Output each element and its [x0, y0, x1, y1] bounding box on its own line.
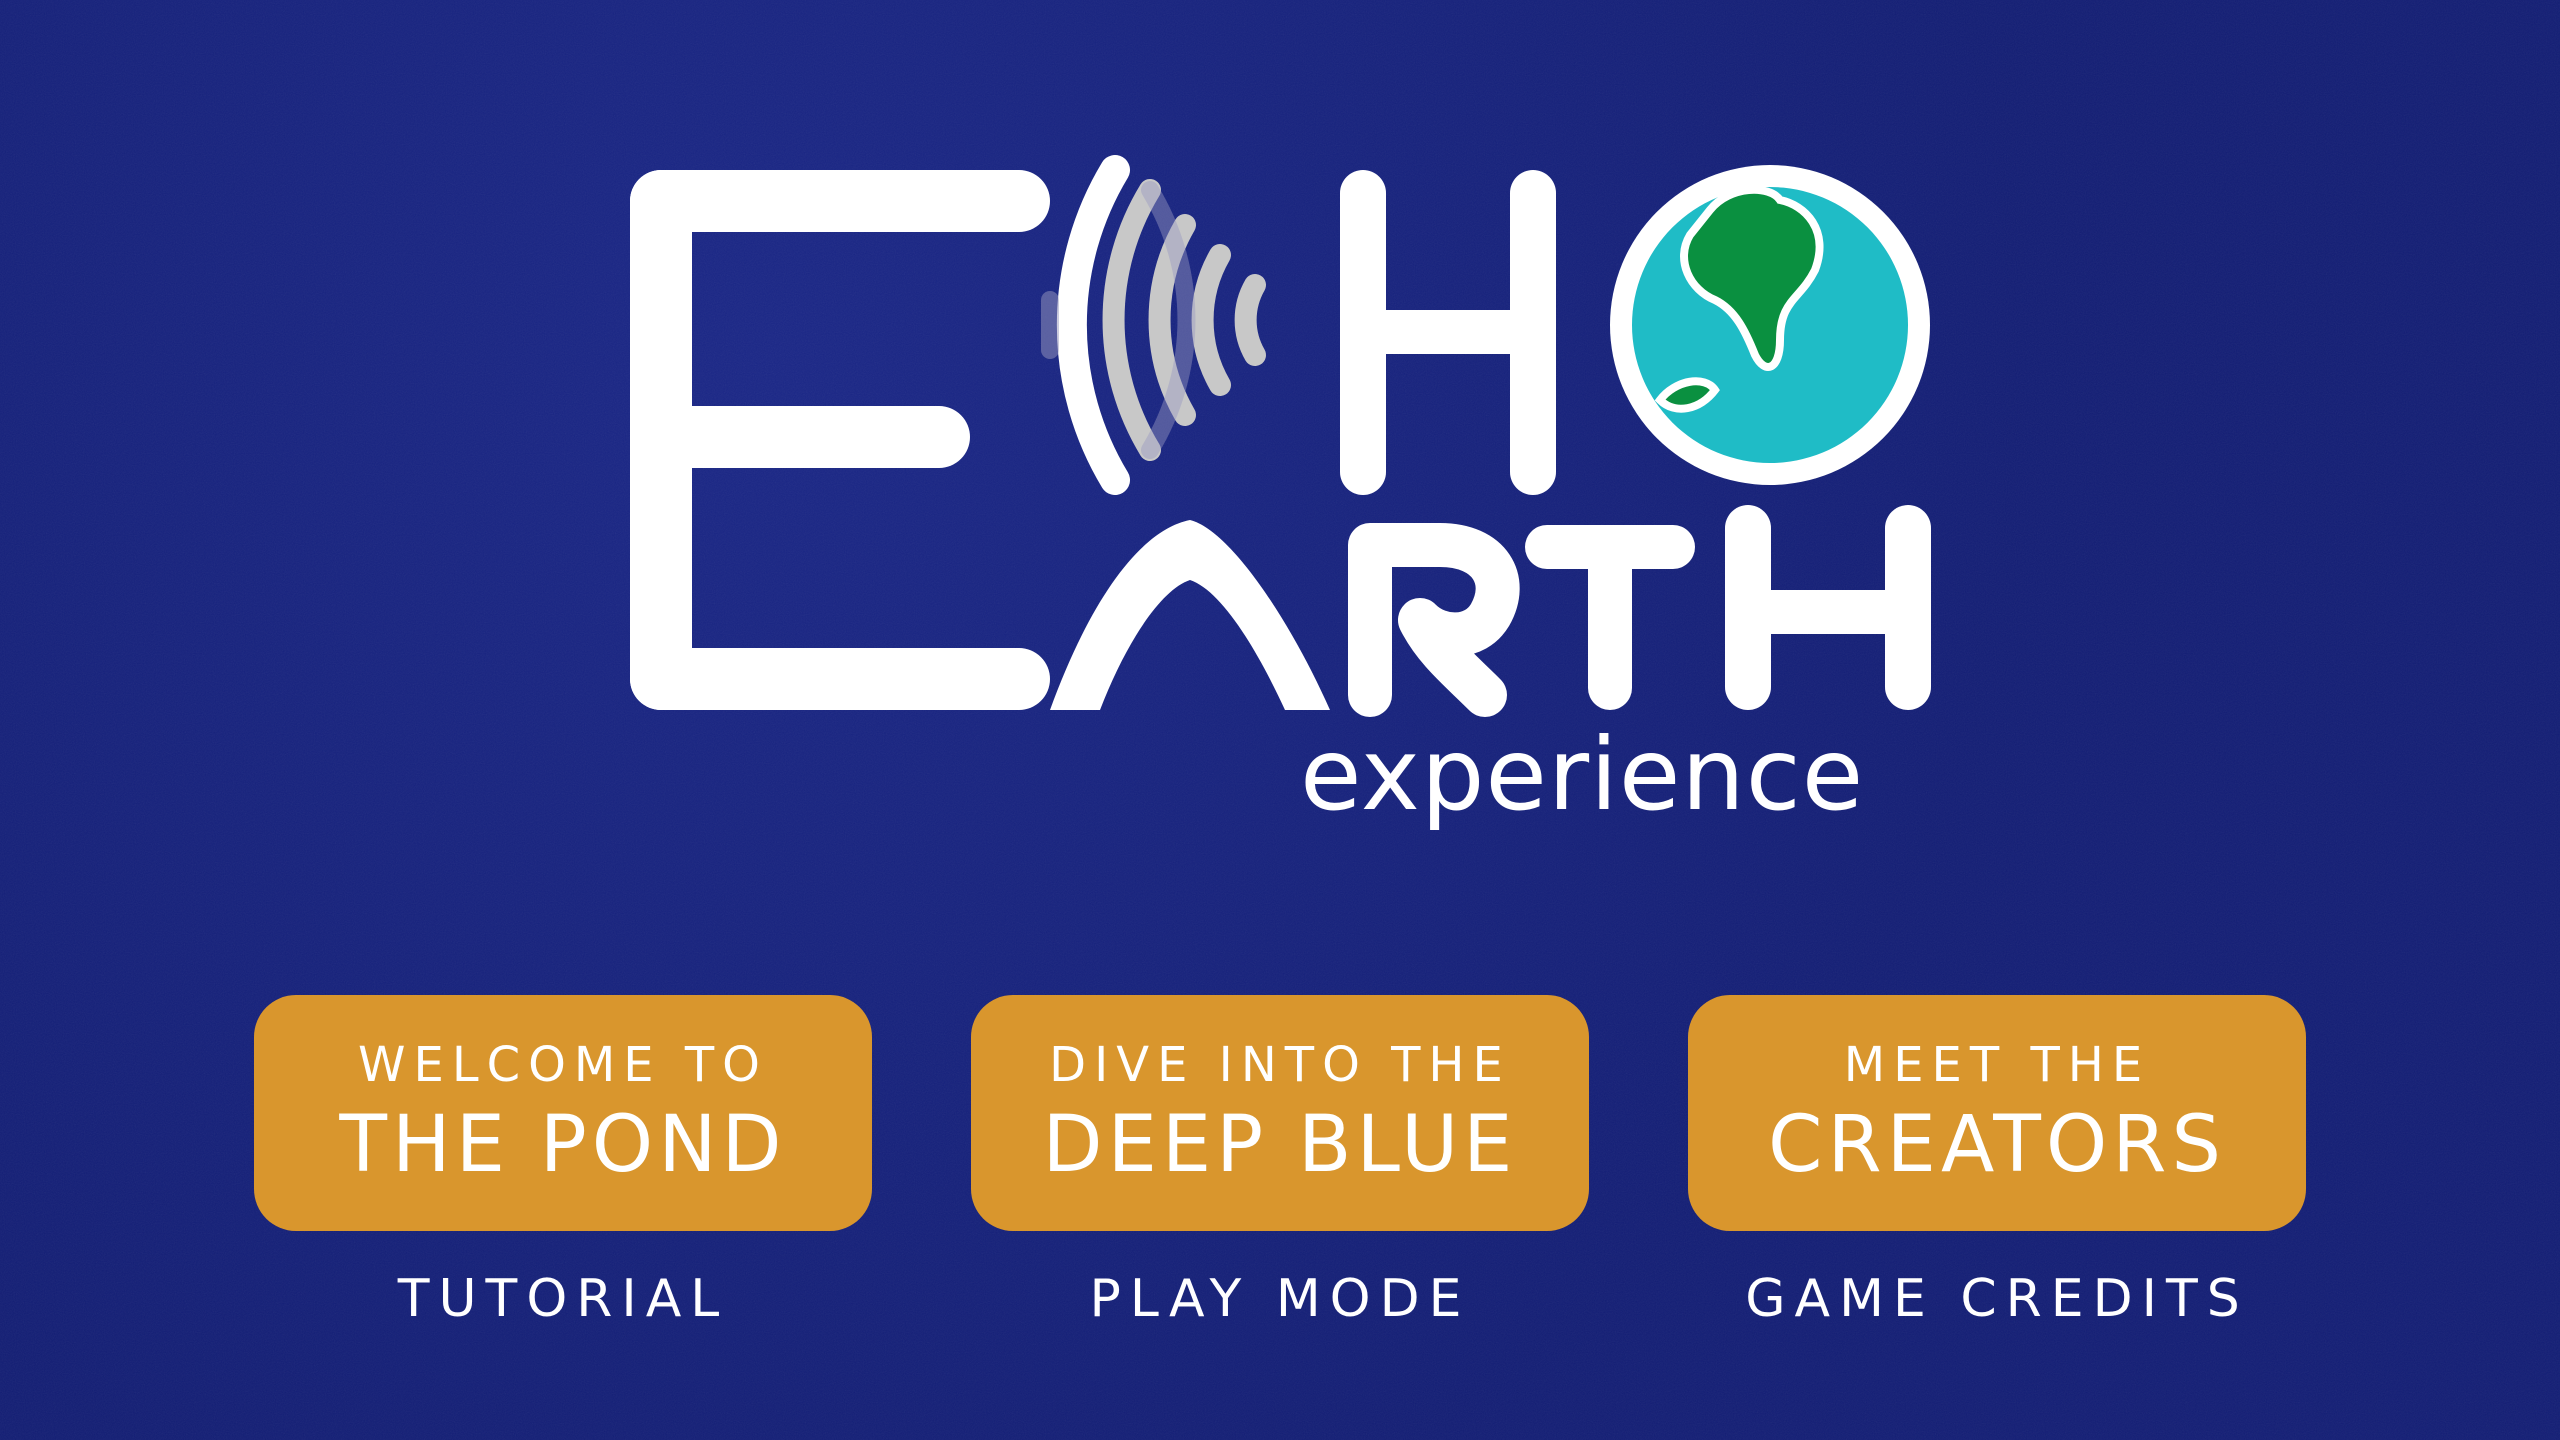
- logo-letter-a: [1050, 520, 1330, 710]
- sound-wave-icon: [1041, 155, 1266, 495]
- menu-item-tutorial: WELCOME TO THE POND TUTORIAL: [254, 995, 872, 1331]
- button-line1: DIVE INTO THE: [1049, 1037, 1511, 1093]
- main-menu: WELCOME TO THE POND TUTORIAL DIVE INTO T…: [0, 995, 2560, 1355]
- caption-game-credits: GAME CREDITS: [1745, 1269, 2249, 1329]
- button-line2: DEEP BLUE: [1042, 1100, 1518, 1190]
- logo-graphic: [630, 155, 1931, 717]
- menu-item-credits: MEET THE CREATORS GAME CREDITS: [1688, 995, 2306, 1331]
- button-line1: MEET THE: [1843, 1037, 2151, 1093]
- logo-letter-r: [1348, 523, 1520, 717]
- meet-the-creators-button[interactable]: MEET THE CREATORS: [1688, 995, 2306, 1231]
- logo-letter-h: [1340, 170, 1556, 495]
- logo-letter-e: [630, 170, 1050, 710]
- caption-play-mode: PLAY MODE: [1089, 1269, 1471, 1329]
- logo-letter-h2: [1725, 505, 1931, 710]
- button-line1: WELCOME TO: [358, 1037, 768, 1093]
- button-line2: CREATORS: [1768, 1100, 2226, 1190]
- menu-item-play-mode: DIVE INTO THE DEEP BLUE PLAY MODE: [971, 995, 1589, 1331]
- welcome-to-the-pond-button[interactable]: WELCOME TO THE POND: [254, 995, 872, 1231]
- logo-subtitle: experience: [1300, 716, 1865, 833]
- button-line2: THE POND: [339, 1100, 787, 1190]
- earth-globe-icon: [1610, 165, 1930, 485]
- logo-letter-t: [1525, 525, 1695, 710]
- dive-into-the-deep-blue-button[interactable]: DIVE INTO THE DEEP BLUE: [971, 995, 1589, 1231]
- caption-tutorial: TUTORIAL: [397, 1269, 729, 1329]
